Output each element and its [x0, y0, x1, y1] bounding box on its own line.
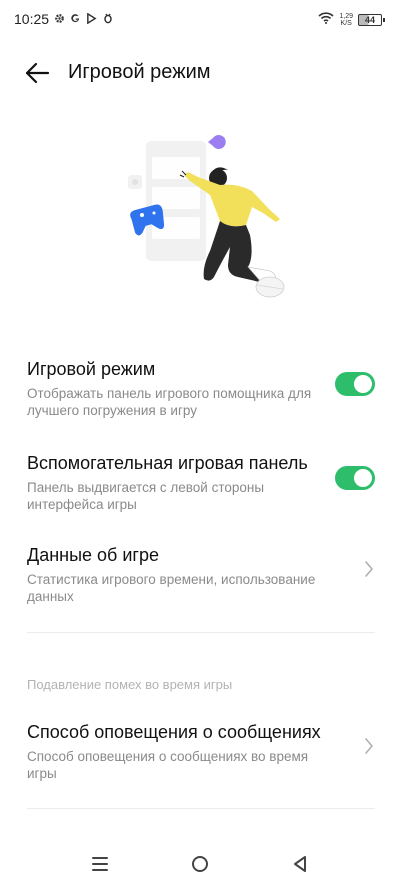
battery-level: 44 — [364, 15, 375, 25]
net-speed: 1,29 K/S — [339, 13, 353, 27]
back-triangle-icon — [294, 856, 306, 872]
game-mode-illustration — [128, 135, 285, 298]
play-store-icon — [86, 12, 97, 24]
section-label: Подавление помех во время игры — [27, 677, 233, 692]
setting-title: Данные об игре — [27, 545, 159, 565]
setting-title: Вспомогательная игровая панель — [27, 453, 308, 473]
divider — [27, 632, 375, 633]
header: Игровой режим — [0, 52, 400, 92]
google-icon — [70, 12, 81, 24]
setting-game-mode[interactable]: Игровой режим Отображать панель игрового… — [27, 358, 375, 419]
home-button[interactable] — [185, 849, 215, 879]
home-circle-icon — [192, 856, 208, 872]
divider — [27, 808, 375, 809]
menu-icon — [92, 857, 108, 871]
status-icons-right: 1,29 K/S 44 — [318, 11, 385, 29]
setting-game-data[interactable]: Данные об игре Статистика игрового време… — [27, 544, 375, 605]
battery-icon: 44 — [358, 14, 385, 26]
back-button[interactable] — [18, 56, 58, 88]
setting-description: Способ оповещения о сообщениях во время … — [27, 749, 309, 781]
setting-notification-method[interactable]: Способ оповещения о сообщениях Способ оп… — [27, 721, 375, 782]
chevron-right-icon — [365, 738, 373, 754]
arrow-left-icon — [25, 62, 50, 84]
navigation-bar — [0, 839, 400, 889]
page-title: Игровой режим — [68, 61, 211, 83]
net-speed-unit: K/S — [340, 20, 352, 27]
nav-back-button[interactable] — [285, 849, 315, 879]
setting-description: Статистика игрового времени, использован… — [27, 572, 316, 604]
setting-title: Способ оповещения о сообщениях — [27, 722, 321, 742]
setting-title: Игровой режим — [27, 359, 156, 379]
game-panel-toggle[interactable] — [335, 466, 375, 490]
chevron-right-icon — [365, 561, 373, 577]
net-speed-value: 1,29 — [339, 13, 353, 20]
setting-description: Отображать панель игрового помощника для… — [27, 386, 312, 418]
menu-button[interactable] — [85, 849, 115, 879]
status-bar: 10:25 1,29 K/S 44 — [0, 0, 400, 40]
status-icons-left — [54, 12, 113, 24]
status-time: 10:25 — [14, 11, 50, 27]
gear-icon — [54, 12, 65, 24]
game-mode-toggle[interactable] — [335, 372, 375, 396]
setting-game-panel[interactable]: Вспомогательная игровая панель Панель вы… — [27, 452, 375, 513]
wifi-icon — [318, 11, 334, 29]
setting-description: Панель выдвигается с левой стороны интер… — [27, 480, 265, 512]
usb-debug-icon — [102, 12, 113, 24]
